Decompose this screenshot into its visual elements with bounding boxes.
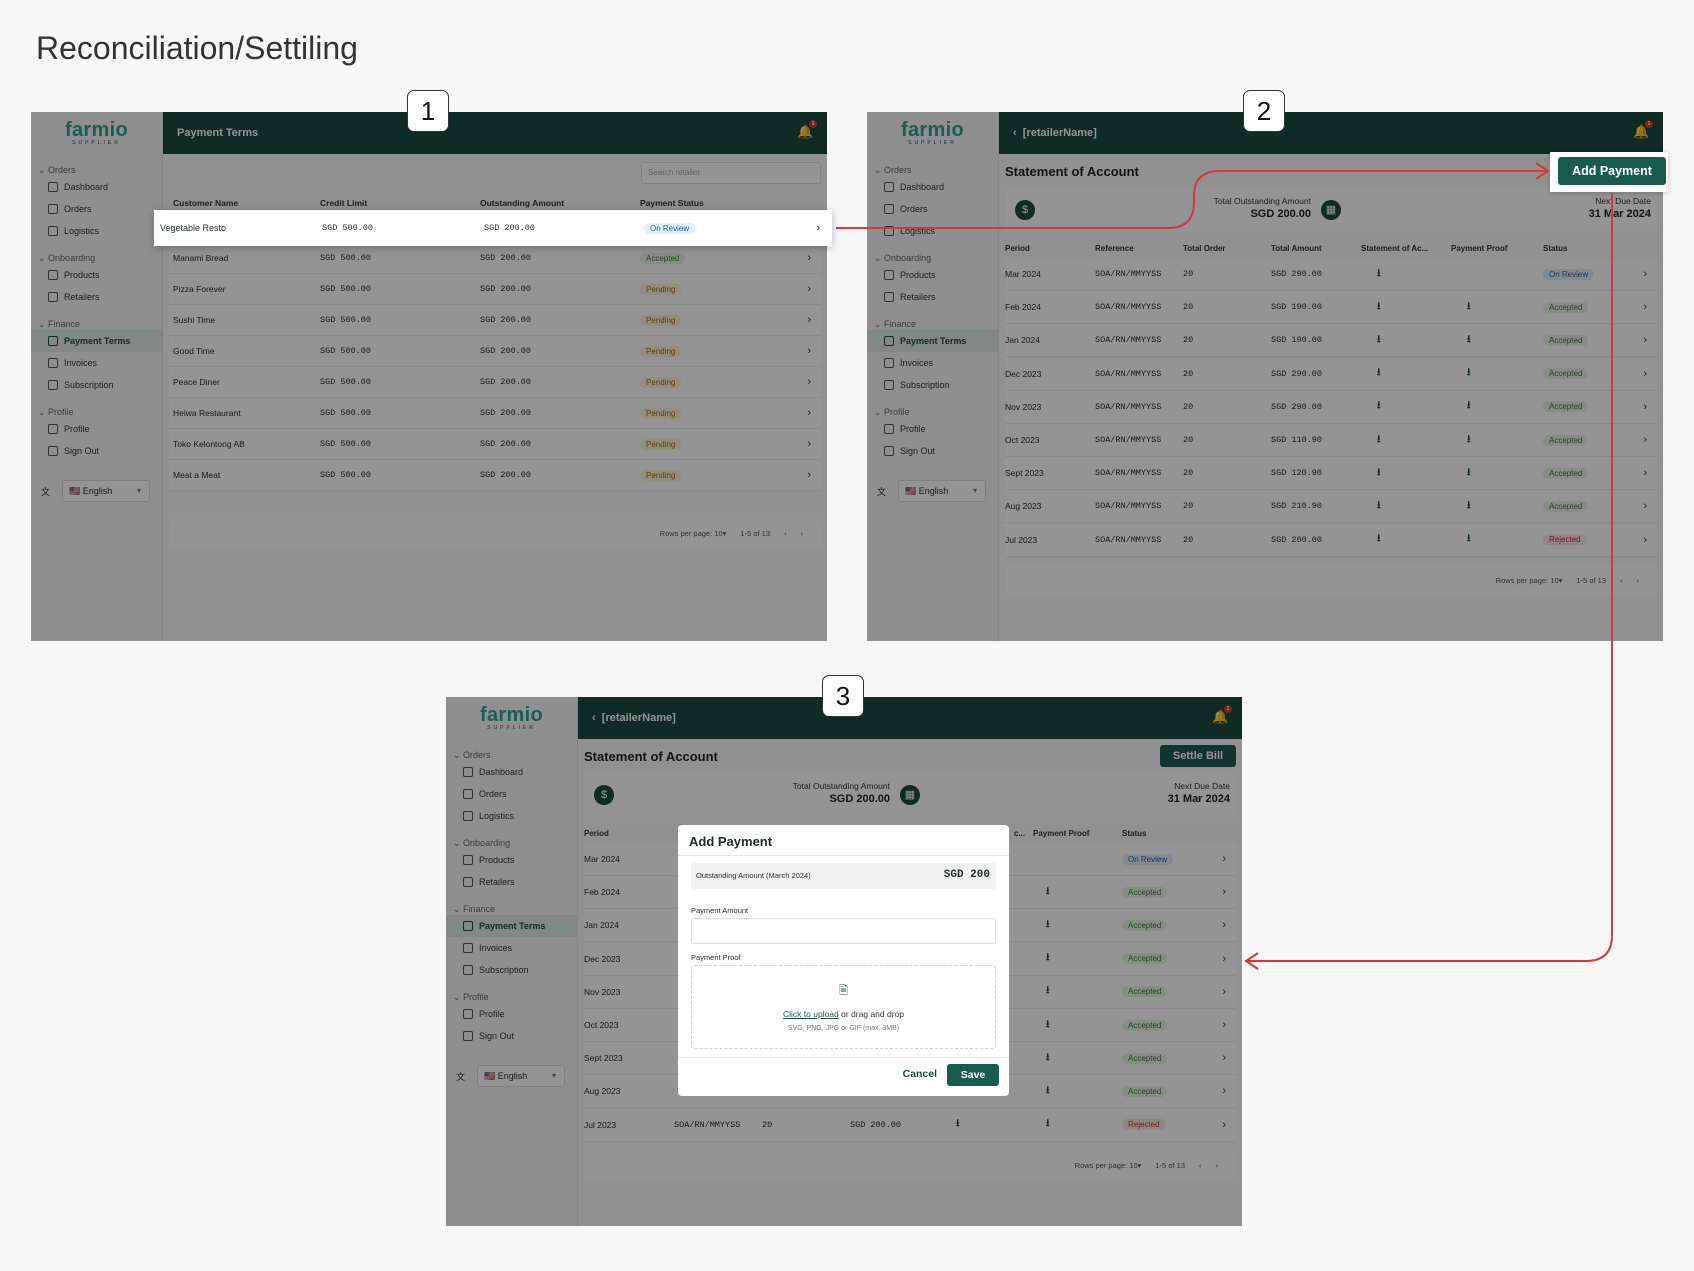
upload-hint: SVG, PNG, JPG or GIF (max. 3MB) <box>787 1025 900 1032</box>
screen-statement: farmio SUPPLIER ⌄ Orders Dashboard Orders Log… <box>867 112 1663 641</box>
screen-add-payment: farmio SUPPLIER ⌄ Orders Dashboard Orders Log… <box>446 697 1242 1226</box>
chevron-right-icon[interactable]: › <box>816 222 820 234</box>
upload-file-icon: 🗎 <box>839 985 848 997</box>
dim-overlay <box>31 112 827 641</box>
row-customer-name: Vegetable Resto <box>160 223 227 233</box>
cancel-button[interactable]: Cancel <box>903 1068 937 1080</box>
payment-amount-label: Payment Amount <box>691 906 749 915</box>
page-title: Reconciliation/Settiling <box>36 30 358 66</box>
click-to-upload-link[interactable]: Click to upload <box>783 1009 839 1019</box>
row-outstanding: SGD 200.00 <box>484 223 536 233</box>
status-badge: On Review <box>644 222 696 234</box>
dim-overlay <box>867 112 1663 641</box>
row-credit-limit: SGD 500.00 <box>322 223 374 233</box>
arrowhead-modal <box>1244 952 1259 970</box>
upload-instruction: or drag and drop <box>838 1009 904 1019</box>
highlighted-row[interactable]: Vegetable Resto SGD 500.00 SGD 200.00 On… <box>154 210 832 246</box>
payment-proof-label: Payment Proof <box>691 953 741 962</box>
screen-payment-terms: farmio SUPPLIER ⌄ Orders Dashboard Orders Log… <box>31 112 827 641</box>
outstanding-box: Outstanding Amount (March 2024) SGD 200 <box>691 863 996 889</box>
outstanding-value: SGD 200 <box>943 869 990 881</box>
step-number-2: 2 <box>1243 90 1285 132</box>
add-payment-button[interactable]: Add Payment <box>1558 157 1666 185</box>
save-button[interactable]: Save <box>947 1064 999 1086</box>
step-number-1: 1 <box>407 90 449 132</box>
outstanding-label: Outstanding Amount (March 2024) <box>696 871 811 880</box>
add-payment-highlight: Add Payment <box>1550 152 1668 192</box>
add-payment-modal: Add Payment Outstanding Amount (March 20… <box>678 825 1009 1096</box>
payment-amount-input[interactable] <box>691 918 996 944</box>
step-number-3: 3 <box>822 675 864 717</box>
modal-title: Add Payment <box>689 834 773 849</box>
upload-dropzone[interactable]: 🗎 Click to upload or drag and drop SVG, … <box>691 965 996 1049</box>
